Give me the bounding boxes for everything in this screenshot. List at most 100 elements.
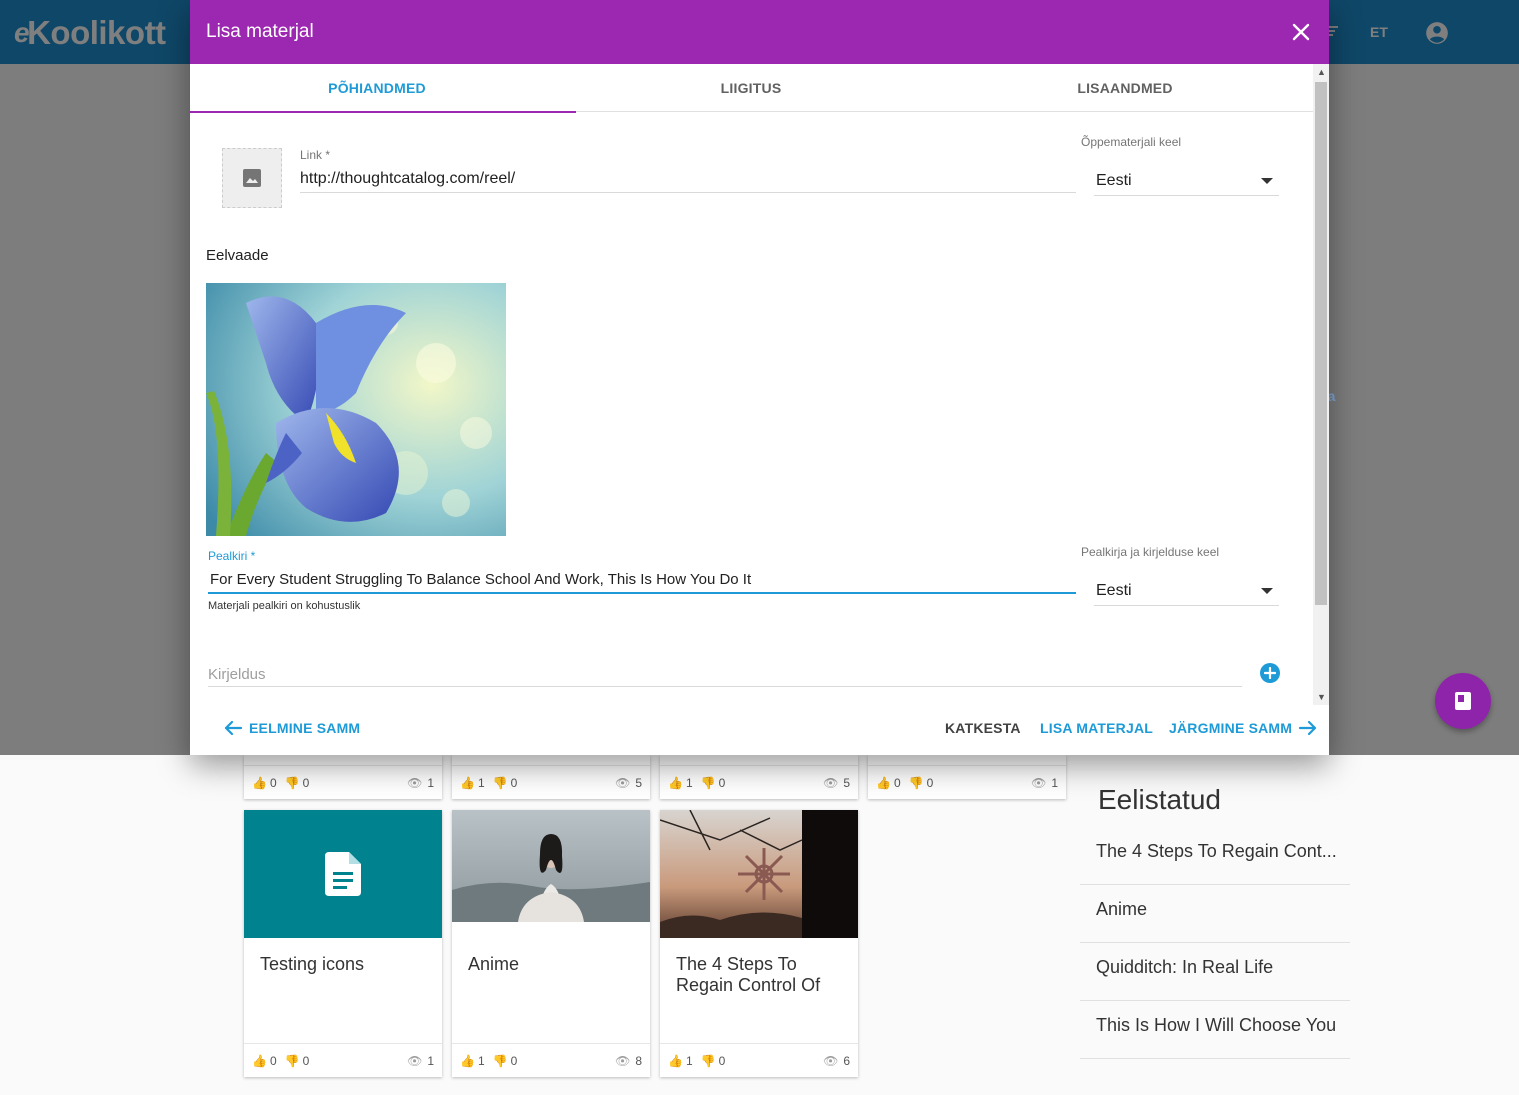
material-card[interactable]: Anime 👍 1 👎 0 👁 8 bbox=[452, 810, 650, 1077]
scroll-up-arrow-icon[interactable]: ▲ bbox=[1317, 67, 1326, 77]
eye-icon: 👁 bbox=[615, 775, 631, 790]
thumb-down-icon[interactable]: 👎 bbox=[493, 776, 508, 790]
likes-count: 0 bbox=[893, 775, 901, 790]
title-language-label: Pealkirja ja kirjelduse keel bbox=[1081, 545, 1220, 559]
dislikes-count: 0 bbox=[926, 775, 934, 790]
eye-icon: 👁 bbox=[823, 775, 839, 790]
title-language-select[interactable]: Eesti bbox=[1094, 582, 1279, 606]
card-stats: 👍 1 👎 0 👁 5 bbox=[452, 765, 650, 799]
add-material-button[interactable]: LISA MATERJAL bbox=[1040, 720, 1153, 736]
material-language-value: Eesti bbox=[1096, 172, 1132, 189]
thumb-up-icon[interactable]: 👍 bbox=[668, 776, 683, 790]
card-stats: 👍 1 👎 0 👁 6 bbox=[660, 1043, 858, 1077]
description-input[interactable]: Kirjeldus bbox=[208, 666, 1242, 687]
thumb-up-icon[interactable]: 👍 bbox=[460, 1054, 475, 1068]
dialog-scrollbar[interactable]: ▲ ▼ bbox=[1313, 64, 1329, 705]
arrow-left-icon bbox=[224, 720, 242, 736]
scrollbar-thumb[interactable] bbox=[1315, 82, 1327, 605]
close-icon[interactable] bbox=[1291, 22, 1311, 42]
card-stats: 👍 0 👎 0 👁 1 bbox=[244, 1043, 442, 1077]
card-media bbox=[244, 810, 442, 938]
material-language-select[interactable]: Eesti bbox=[1094, 172, 1279, 196]
thumb-down-icon[interactable]: 👎 bbox=[285, 776, 300, 790]
card-title[interactable]: Testing icons bbox=[260, 954, 430, 975]
tab-liigitus[interactable]: LIIGITUS bbox=[564, 64, 938, 112]
favorite-item[interactable]: This Is How I Will Choose You bbox=[1080, 1001, 1350, 1059]
likes-count: 1 bbox=[477, 1053, 485, 1068]
dislikes-count: 0 bbox=[302, 775, 310, 790]
favorite-item[interactable]: Anime bbox=[1080, 885, 1350, 943]
title-input[interactable]: For Every Student Struggling To Balance … bbox=[208, 571, 1076, 594]
likes-count: 1 bbox=[477, 775, 485, 790]
thumb-up-icon[interactable]: 👍 bbox=[252, 1054, 267, 1068]
thumb-up-icon[interactable]: 👍 bbox=[668, 1054, 683, 1068]
thumb-down-icon[interactable]: 👎 bbox=[701, 1054, 716, 1068]
dialog-header: Lisa materjal bbox=[190, 0, 1329, 64]
likes-count: 1 bbox=[685, 775, 693, 790]
dialog-title: Lisa materjal bbox=[206, 21, 314, 42]
material-card[interactable]: 👍 1 👎 0 👁 5 bbox=[452, 755, 650, 799]
next-step-button[interactable]: JÄRGMINE SAMM bbox=[1169, 720, 1317, 736]
material-card[interactable]: 👍 0 👎 0 👁 1 bbox=[244, 755, 442, 799]
previous-step-button[interactable]: EELMINE SAMM bbox=[224, 720, 360, 736]
link-input[interactable]: http://thoughtcatalog.com/reel/ bbox=[300, 170, 1076, 193]
tab-pohiandmed[interactable]: PÕHIANDMED bbox=[190, 64, 576, 113]
title-error-hint: Materjali pealkiri on kohustuslik bbox=[208, 600, 361, 612]
thumb-down-icon[interactable]: 👎 bbox=[285, 1054, 300, 1068]
thumb-down-icon[interactable]: 👎 bbox=[909, 776, 924, 790]
thumbnail-upload[interactable] bbox=[222, 148, 282, 208]
tab-lisaandmed[interactable]: LISAANDMED bbox=[938, 64, 1312, 112]
favorite-item[interactable]: The 4 Steps To Regain Cont... bbox=[1080, 827, 1350, 885]
eye-icon: 👁 bbox=[1031, 775, 1047, 790]
dislikes-count: 0 bbox=[510, 775, 518, 790]
thumb-up-icon[interactable]: 👍 bbox=[252, 776, 267, 790]
card-media bbox=[452, 810, 650, 922]
material-card[interactable]: The 4 Steps To Regain Control Of 👍 1 👎 0 👁… bbox=[660, 810, 858, 1077]
eye-icon: 👁 bbox=[615, 1053, 631, 1068]
eye-icon: 👁 bbox=[407, 1053, 423, 1068]
scroll-down-arrow-icon[interactable]: ▼ bbox=[1317, 692, 1326, 702]
eye-icon: 👁 bbox=[407, 775, 423, 790]
card-title[interactable]: Anime bbox=[468, 954, 638, 975]
document-icon bbox=[325, 852, 361, 896]
dislikes-count: 0 bbox=[510, 1053, 518, 1068]
plus-icon bbox=[1264, 667, 1276, 679]
views-count: 5 bbox=[843, 775, 850, 790]
material-card[interactable]: Testing icons 👍 0 👎 0 👁 1 bbox=[244, 810, 442, 1077]
card-stats: 👍 1 👎 0 👁 5 bbox=[660, 765, 858, 799]
likes-count: 0 bbox=[269, 775, 277, 790]
views-count: 1 bbox=[1051, 775, 1058, 790]
likes-count: 1 bbox=[685, 1053, 693, 1068]
material-card[interactable]: 👍 0 👎 0 👁 1 bbox=[868, 755, 1066, 799]
previous-step-label: EELMINE SAMM bbox=[249, 720, 361, 736]
card-stats: 👍 0 👎 0 👁 1 bbox=[868, 765, 1066, 799]
thumb-up-icon[interactable]: 👍 bbox=[876, 776, 891, 790]
favorite-item[interactable]: Quidditch: In Real Life bbox=[1080, 943, 1350, 1001]
eye-icon: 👁 bbox=[823, 1053, 839, 1068]
next-step-label: JÄRGMINE SAMM bbox=[1169, 720, 1293, 736]
card-title[interactable]: The 4 Steps To Regain Control Of bbox=[676, 954, 846, 996]
preview-image bbox=[206, 283, 506, 536]
add-material-fab[interactable] bbox=[1435, 673, 1491, 729]
thumb-down-icon[interactable]: 👎 bbox=[701, 776, 716, 790]
dialog-tabs: PÕHIANDMED LIIGITUS LISAANDMED bbox=[190, 64, 1313, 113]
dropdown-arrow-icon bbox=[1261, 588, 1273, 594]
add-description-button[interactable] bbox=[1260, 663, 1280, 683]
cancel-button[interactable]: KATKESTA bbox=[945, 720, 1021, 736]
views-count: 6 bbox=[843, 1053, 850, 1068]
book-icon bbox=[1455, 692, 1471, 710]
thumb-down-icon[interactable]: 👎 bbox=[493, 1054, 508, 1068]
views-count: 1 bbox=[427, 1053, 434, 1068]
favorites-title: Eelistatud bbox=[1098, 784, 1221, 815]
thumb-up-icon[interactable]: 👍 bbox=[460, 776, 475, 790]
material-card[interactable]: 👍 1 👎 0 👁 5 bbox=[660, 755, 858, 799]
card-stats: 👍 0 👎 0 👁 1 bbox=[244, 765, 442, 799]
card-media bbox=[660, 810, 858, 938]
views-count: 8 bbox=[635, 1053, 642, 1068]
arrow-right-icon bbox=[1299, 720, 1317, 736]
title-label: Pealkiri * bbox=[208, 549, 256, 563]
dropdown-arrow-icon bbox=[1261, 178, 1273, 184]
image-icon bbox=[243, 169, 261, 187]
dislikes-count: 0 bbox=[302, 1053, 310, 1068]
dislikes-count: 0 bbox=[718, 1053, 726, 1068]
